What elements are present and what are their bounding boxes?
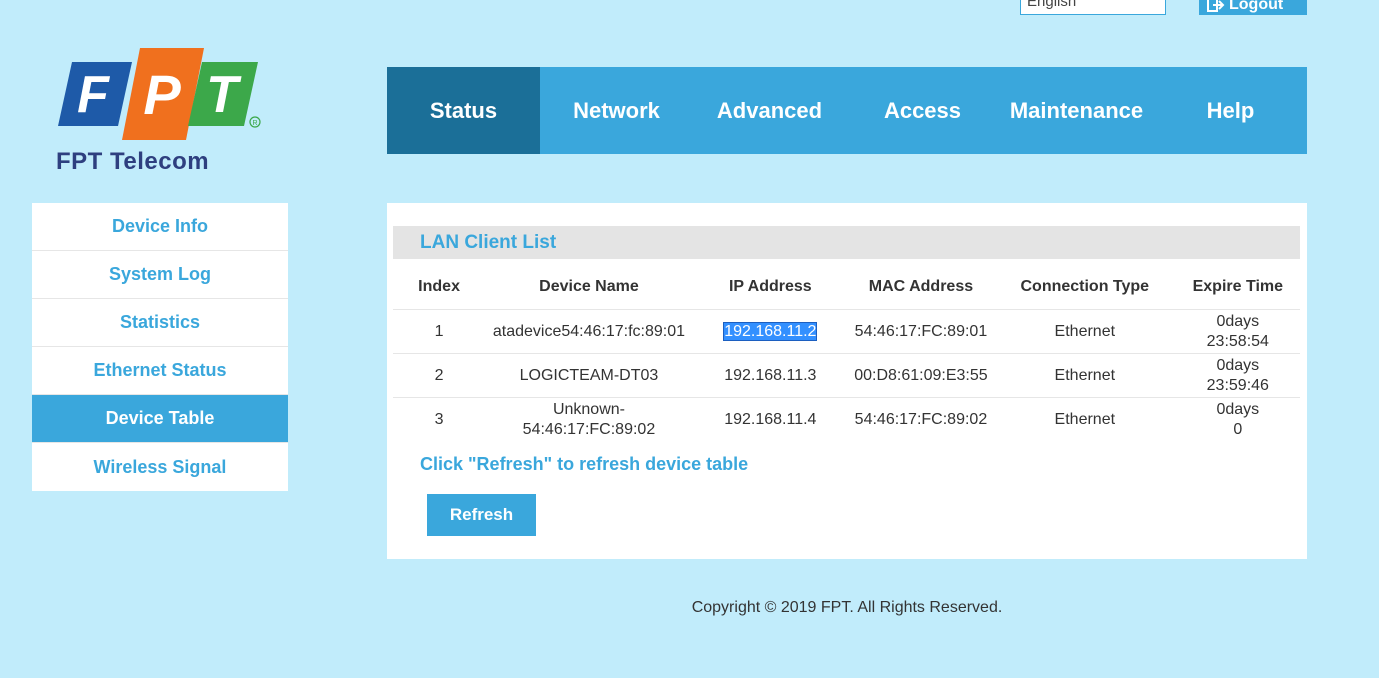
cell-expire-time: 0days 0 [1175, 397, 1300, 441]
svg-text:R: R [252, 120, 257, 127]
cell-mac-address: 00:D8:61:09:E3:55 [847, 353, 994, 398]
svg-text:F: F [77, 66, 110, 124]
expire-clock: 23:59:46 [1206, 376, 1269, 394]
cell-device-name: LOGICTEAM-DT03 [485, 353, 693, 398]
copyright: Copyright © 2019 FPT. All Rights Reserve… [691, 599, 1003, 616]
expire-days: 0days [1216, 400, 1260, 418]
main-panel: LAN Client List Index Device Name IP Add… [387, 203, 1307, 559]
top-navigation: Status Network Advanced Access Maintenan… [387, 67, 1307, 154]
cell-ip-address: 192.168.11.3 [692, 353, 848, 398]
cell-index: 2 [393, 353, 486, 398]
cell-expire-time: 0days 23:58:54 [1175, 309, 1300, 354]
expire-days: 0days [1216, 312, 1260, 330]
column-header-connection-type: Connection Type [1020, 278, 1150, 295]
refresh-hint: Click "Refresh" to refresh device table [420, 454, 749, 474]
nav-status[interactable]: Status [387, 67, 540, 154]
sidebar-item-system-log[interactable]: System Log [32, 251, 288, 299]
logout-icon [1207, 0, 1225, 12]
cell-expire-time: 0days 23:59:46 [1175, 353, 1300, 398]
expire-clock: 23:58:54 [1206, 332, 1269, 350]
cell-ip-address: 192.168.11.4 [692, 397, 848, 441]
sidebar-item-device-info[interactable]: Device Info [32, 203, 288, 251]
cell-index: 1 [393, 309, 486, 354]
expire-days: 0days [1216, 356, 1260, 374]
table-header-row: Index Device Name IP Address MAC Address… [393, 265, 1300, 310]
refresh-button[interactable]: Refresh [427, 494, 536, 536]
table-row: 1 atadevice54:46:17:fc:89:01 192.168.11.… [393, 309, 1300, 354]
column-header-ip-address: IP Address [728, 278, 812, 295]
nav-maintenance[interactable]: Maintenance [999, 67, 1154, 154]
cell-mac-address: 54:46:17:FC:89:01 [847, 309, 994, 354]
cell-device-name: atadevice54:46:17:fc:89:01 [485, 309, 693, 354]
language-select[interactable]: English [1020, 0, 1166, 15]
device-name-line-2: 54:46:17:FC:89:02 [522, 420, 656, 438]
cell-connection-type: Ethernet [993, 353, 1176, 398]
cell-connection-type: Ethernet [993, 397, 1176, 441]
cell-device-name: Unknown- 54:46:17:FC:89:02 [485, 397, 693, 441]
cell-index: 3 [393, 397, 486, 441]
sidebar-item-statistics[interactable]: Statistics [32, 299, 288, 347]
cell-ip-address: 192.168.11.2 [692, 309, 848, 354]
svg-text:P: P [143, 63, 181, 126]
sidebar-item-wireless-signal[interactable]: Wireless Signal [32, 443, 288, 491]
column-header-device-name: Device Name [539, 278, 639, 295]
column-header-index: Index [418, 278, 460, 295]
nav-network[interactable]: Network [540, 67, 693, 154]
nav-help[interactable]: Help [1154, 67, 1307, 154]
company-name: FPT Telecom [56, 148, 210, 175]
logout-label: Logout [1229, 0, 1284, 13]
device-name-line-1: Unknown- [552, 400, 625, 418]
section-title: LAN Client List [393, 226, 1300, 259]
column-header-mac-address: MAC Address [868, 278, 974, 295]
nav-advanced[interactable]: Advanced [693, 67, 846, 154]
cell-mac-address: 54:46:17:FC:89:02 [847, 397, 994, 441]
nav-access[interactable]: Access [846, 67, 999, 154]
lan-client-table: Index Device Name IP Address MAC Address… [393, 265, 1300, 441]
sidebar: Device Info System Log Statistics Ethern… [32, 203, 288, 491]
sidebar-item-ethernet-status[interactable]: Ethernet Status [32, 347, 288, 395]
logout-button[interactable]: Logout [1199, 0, 1307, 15]
table-row: 2 LOGICTEAM-DT03 192.168.11.3 00:D8:61:0… [393, 353, 1300, 398]
expire-clock: 0 [1233, 420, 1243, 438]
svg-text:T: T [206, 66, 242, 124]
sidebar-item-device-table[interactable]: Device Table [32, 395, 288, 443]
table-row: 3 Unknown- 54:46:17:FC:89:02 192.168.11.4… [393, 397, 1300, 441]
cell-connection-type: Ethernet [993, 309, 1176, 354]
selected-ip-text: 192.168.11.2 [723, 321, 818, 341]
column-header-expire-time: Expire Time [1192, 278, 1284, 295]
